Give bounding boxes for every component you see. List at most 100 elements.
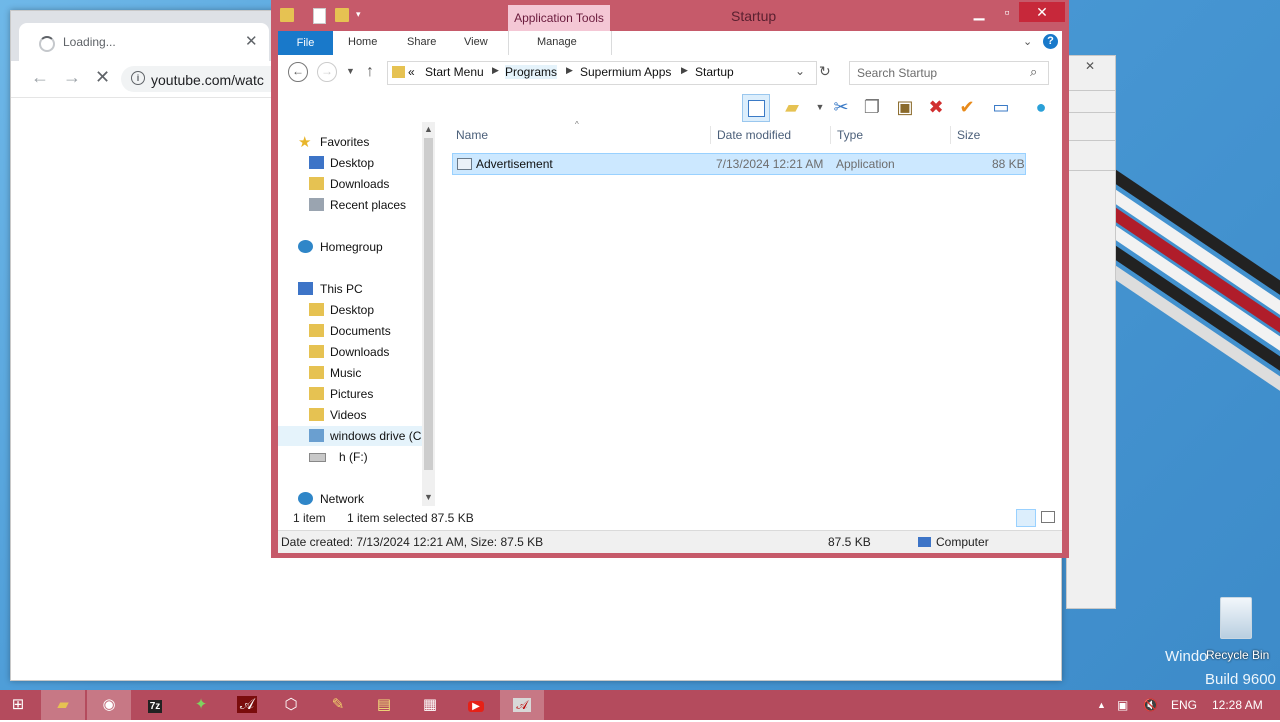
nav-homegroup[interactable]: Homegroup: [320, 240, 383, 254]
nav-desktop[interactable]: Desktop: [330, 156, 374, 170]
expand-ribbon-icon[interactable]: ⌄: [1023, 35, 1032, 48]
column-name[interactable]: Name: [456, 128, 488, 142]
forward-icon[interactable]: →: [317, 62, 337, 82]
nav-this-pc[interactable]: This PC: [320, 282, 363, 296]
tab-view[interactable]: View: [464, 36, 488, 48]
breadcrumb-start-menu[interactable]: Start Menu: [425, 65, 484, 79]
recent-locations-icon[interactable]: ▼: [346, 66, 355, 76]
nav-music[interactable]: Music: [330, 366, 361, 380]
move-dropdown-icon[interactable]: ▼: [809, 96, 831, 118]
nav-downloads[interactable]: Downloads: [330, 177, 389, 191]
properties-icon[interactable]: [313, 8, 326, 24]
taskbar-7zip[interactable]: 7z: [133, 690, 177, 720]
table-row[interactable]: Advertisement 7/13/2024 12:21 AM Applica…: [452, 153, 1026, 175]
refresh-icon[interactable]: ↻: [819, 63, 831, 80]
volume-muted-icon[interactable]: 🔇: [1143, 698, 1158, 712]
tab-manage[interactable]: Manage: [537, 36, 577, 48]
chevron-right-icon[interactable]: ▶: [492, 65, 499, 76]
language-indicator[interactable]: ENG: [1171, 698, 1197, 712]
taskbar-app-pencil[interactable]: ✎: [316, 690, 360, 720]
nav-network[interactable]: Network: [320, 492, 364, 506]
search-icon[interactable]: ⌕: [1030, 64, 1037, 80]
stop-icon[interactable]: ✕: [95, 67, 110, 88]
show-hidden-icons[interactable]: ▲: [1097, 700, 1106, 710]
rename-icon[interactable]: ▭: [990, 96, 1012, 118]
nav-favorites[interactable]: Favorites: [320, 135, 369, 149]
scroll-down-icon[interactable]: ▼: [424, 492, 433, 502]
chevron-right-icon[interactable]: ▶: [566, 65, 573, 76]
taskbar-file-explorer[interactable]: ▰: [41, 690, 85, 720]
nav-windows-drive[interactable]: windows drive (C: [330, 429, 421, 443]
address-dropdown-icon[interactable]: ⌄: [795, 64, 805, 78]
copy-icon[interactable]: ❐: [861, 96, 883, 118]
start-button[interactable]: ⊞: [0, 690, 36, 720]
drive-icon: [309, 429, 324, 442]
nav-drive-f[interactable]: h (F:): [339, 450, 368, 464]
taskbar-youtube[interactable]: ▶: [454, 690, 498, 720]
check-icon[interactable]: ✔: [956, 96, 978, 118]
nav-pictures[interactable]: Pictures: [330, 387, 373, 401]
taskbar-app-doc[interactable]: ▦: [408, 690, 452, 720]
file-size-status: 87.5 KB: [828, 535, 871, 549]
title-bar[interactable]: ▾ Application Tools Startup ▁ ▫ ✕: [271, 0, 1069, 31]
breadcrumb-startup[interactable]: Startup: [695, 65, 734, 79]
customize-dropdown-icon[interactable]: ▾: [356, 9, 361, 20]
taskbar-browser[interactable]: ◉: [87, 690, 131, 720]
application-tools-tab[interactable]: Application Tools: [508, 5, 610, 31]
scrollbar-thumb[interactable]: [424, 138, 433, 470]
url-text: youtube.com/watc: [151, 72, 264, 88]
move-to-icon[interactable]: ▰: [781, 96, 803, 118]
breadcrumb-supermium-apps[interactable]: Supermium Apps: [580, 65, 671, 79]
tab-close-icon[interactable]: ✕: [245, 32, 258, 50]
breadcrumb-overflow[interactable]: «: [408, 65, 415, 79]
column-size[interactable]: Size: [957, 128, 980, 142]
close-icon[interactable]: ✕: [1085, 59, 1095, 73]
folder-icon: ▰: [57, 696, 69, 713]
delete-icon[interactable]: ✖: [925, 96, 947, 118]
details-view-icon[interactable]: [1016, 509, 1036, 527]
close-button[interactable]: ✕: [1019, 2, 1065, 22]
address-box[interactable]: « Start Menu ▶ Programs ▶ Supermium Apps…: [387, 61, 817, 85]
minimize-button[interactable]: ▁: [964, 2, 994, 22]
nav-documents[interactable]: Documents: [330, 324, 391, 338]
back-arrow-icon[interactable]: ←: [31, 67, 49, 88]
file-explorer-window: ▾ Application Tools Startup ▁ ▫ ✕ File H…: [271, 0, 1069, 558]
cut-icon[interactable]: ✂: [830, 96, 852, 118]
maximize-button[interactable]: ▫: [992, 2, 1022, 22]
tab-file[interactable]: File: [278, 31, 333, 55]
clock[interactable]: 12:28 AM: [1212, 698, 1263, 712]
new-folder-icon[interactable]: [335, 8, 349, 22]
taskbar-app-globe[interactable]: ✦: [179, 690, 223, 720]
downloads-folder-icon: [309, 345, 324, 358]
search-box[interactable]: Search Startup ⌕: [849, 61, 1049, 85]
column-type[interactable]: Type: [837, 128, 863, 142]
column-date-modified[interactable]: Date modified: [717, 128, 791, 142]
paste-icon[interactable]: ▣: [894, 96, 916, 118]
browser-tab[interactable]: Loading... ✕: [19, 23, 269, 61]
taskbar-acrobat[interactable]: 𝒜: [225, 690, 269, 720]
preview-pane-icon[interactable]: [742, 94, 770, 122]
nav-pc-downloads[interactable]: Downloads: [330, 345, 389, 359]
nav-scrollbar[interactable]: ▲ ▼: [422, 122, 435, 506]
large-icons-view-icon[interactable]: [1041, 511, 1055, 523]
up-icon[interactable]: ↑: [366, 63, 374, 81]
tab-home[interactable]: Home: [348, 36, 377, 48]
taskbar-notepad[interactable]: ▤: [362, 690, 406, 720]
nav-pc-desktop[interactable]: Desktop: [330, 303, 374, 317]
network-tray-icon[interactable]: ▣: [1117, 698, 1128, 712]
scroll-up-icon[interactable]: ▲: [424, 124, 433, 134]
forward-arrow-icon[interactable]: →: [63, 67, 81, 88]
browser-tab-title: Loading...: [63, 35, 116, 49]
site-info-icon[interactable]: i: [131, 71, 145, 85]
chevron-right-icon[interactable]: ▶: [681, 65, 688, 76]
back-icon[interactable]: ←: [288, 62, 308, 82]
nav-recent-places[interactable]: Recent places: [330, 198, 406, 212]
tab-share[interactable]: Share: [407, 36, 436, 48]
nav-videos[interactable]: Videos: [330, 408, 366, 422]
breadcrumb-programs[interactable]: Programs: [505, 65, 558, 79]
taskbar-pdf[interactable]: 𝒜: [500, 690, 544, 720]
help-icon[interactable]: ?: [1043, 34, 1058, 49]
taskbar-app-cube[interactable]: ⬡: [269, 690, 313, 720]
globe-icon[interactable]: ●: [1030, 96, 1052, 118]
wallpaper-stripes: [1110, 120, 1280, 420]
